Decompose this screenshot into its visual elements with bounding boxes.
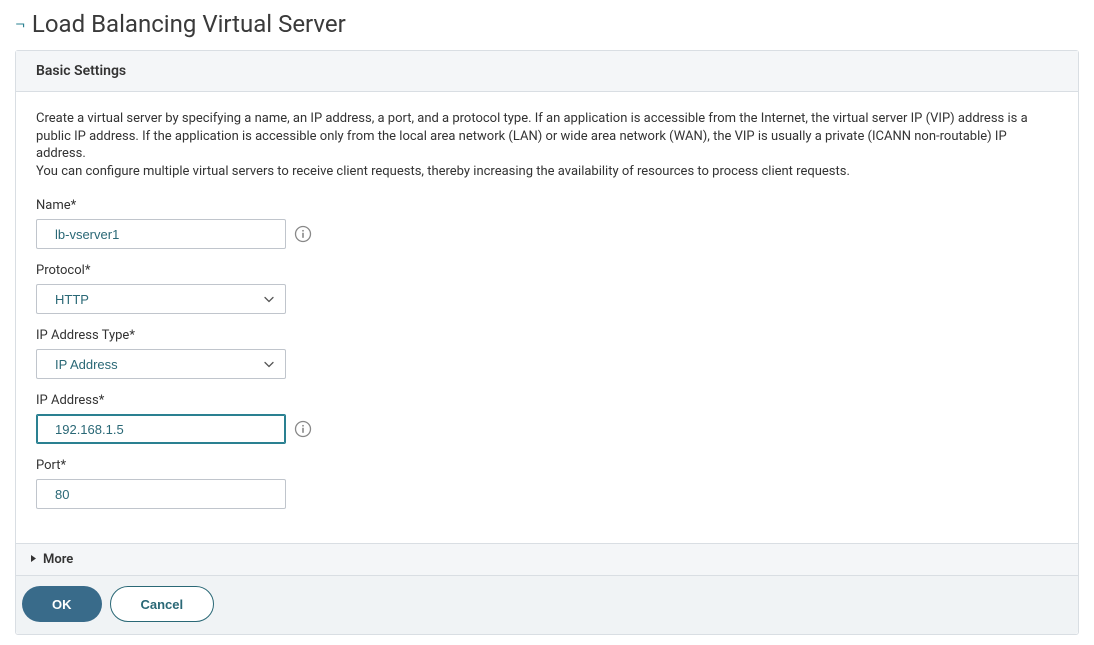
panel-footer: OK Cancel — [16, 575, 1078, 634]
more-label: More — [43, 552, 73, 567]
caret-right-icon — [30, 552, 37, 567]
port-input[interactable] — [36, 479, 286, 509]
panel-body: Create a virtual server by specifying a … — [16, 92, 1078, 543]
ip-address-label: IP Address* — [36, 393, 1058, 408]
name-field-group: Name* — [36, 198, 1058, 249]
protocol-field-group: Protocol* HTTP — [36, 263, 1058, 314]
ip-address-type-field-group: IP Address Type* IP Address — [36, 328, 1058, 379]
info-icon[interactable] — [294, 420, 312, 438]
panel-title: Basic Settings — [36, 63, 1058, 79]
protocol-select[interactable]: HTTP — [36, 284, 286, 314]
more-toggle[interactable]: More — [16, 543, 1078, 575]
ip-address-input[interactable] — [36, 414, 286, 444]
ip-address-type-label: IP Address Type* — [36, 328, 1058, 343]
panel-description: Create a virtual server by specifying a … — [36, 110, 1058, 180]
page-header: ¬ Load Balancing Virtual Server — [15, 10, 1079, 38]
description-line-2: You can configure multiple virtual serve… — [36, 164, 850, 179]
protocol-label: Protocol* — [36, 263, 1058, 278]
name-label: Name* — [36, 198, 1058, 213]
bracket-icon: ¬ — [15, 12, 26, 36]
name-input[interactable] — [36, 219, 286, 249]
panel-header: Basic Settings — [16, 51, 1078, 92]
description-line-1: Create a virtual server by specifying a … — [36, 111, 1028, 161]
ok-button[interactable]: OK — [22, 586, 102, 622]
cancel-button[interactable]: Cancel — [110, 586, 215, 622]
port-label: Port* — [36, 458, 1058, 473]
port-field-group: Port* — [36, 458, 1058, 509]
basic-settings-panel: Basic Settings Create a virtual server b… — [15, 50, 1079, 635]
info-icon[interactable] — [294, 225, 312, 243]
ip-address-field-group: IP Address* — [36, 393, 1058, 444]
ip-address-type-select[interactable]: IP Address — [36, 349, 286, 379]
page-title: Load Balancing Virtual Server — [32, 10, 346, 38]
